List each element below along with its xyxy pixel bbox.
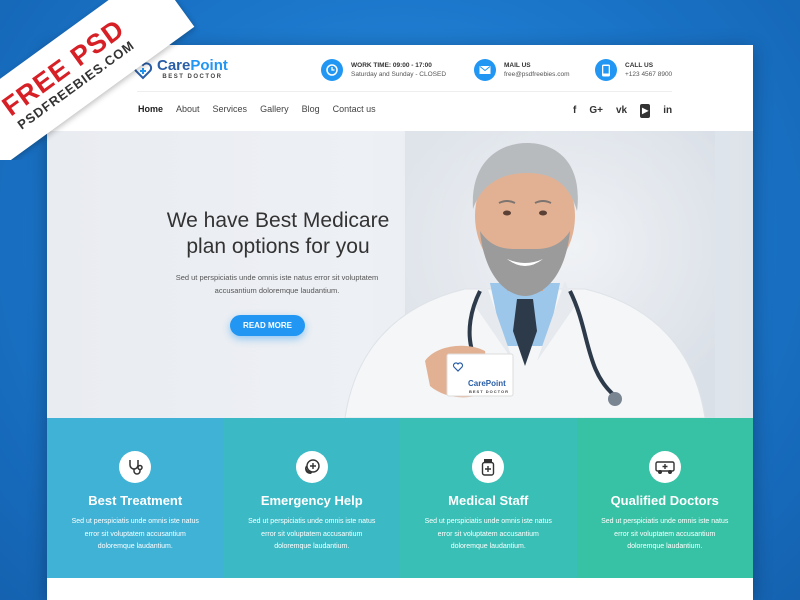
clock-icon [321,59,343,81]
ambulance-icon [648,451,681,483]
page-footer-strip [47,578,753,600]
work-time-value: Saturday and Sunday - CLOSED [351,70,447,78]
work-time-info: WORK TIME: 09:00 - 17:00 Saturday and Su… [321,59,446,81]
feature-title: Best Treatment [88,493,183,508]
header-divider [137,91,672,92]
mail-info: MAIL US free@psdfreebies.com [474,59,570,81]
vk-icon[interactable]: vk [616,105,627,117]
features-section: Best Treatment Sed ut perspiciatis unde … [47,418,753,578]
feature-title: Emergency Help [260,493,363,508]
free-psd-ribbon: FREE PSD PSDFREEBIES.COM [0,0,200,160]
stethoscope-icon [119,451,152,483]
feature-desc: Sed ut perspiciatis unde omnis iste natu… [248,518,376,550]
feature-best-treatment[interactable]: Best Treatment Sed ut perspiciatis unde … [47,418,224,578]
emergency-phone-icon [295,451,328,483]
phone-value[interactable]: +123 4567 8900 [625,70,672,80]
feature-desc: Sed ut perspiciatis unde omnis iste natu… [71,518,199,550]
nav-contact[interactable]: Contact us [333,104,376,114]
phone-icon [595,59,617,81]
read-more-button[interactable]: READ MORE [230,315,305,336]
feature-title: Medical Staff [448,493,529,508]
mail-value[interactable]: free@psdfreebies.com [504,70,570,80]
work-time-title: WORK TIME: 09:00 - 17:00 [351,61,432,69]
nav-gallery[interactable]: Gallery [260,104,289,114]
feature-medical-staff[interactable]: Medical Staff Sed ut perspiciatis unde o… [400,418,577,578]
mail-icon [474,59,496,81]
nav-services[interactable]: Services [213,104,248,114]
phone-title: CALL US [625,61,654,69]
nav-blog[interactable]: Blog [302,104,320,114]
linkedin-icon[interactable]: in [663,105,672,117]
feature-title: Qualified Doctors [610,493,719,508]
feature-desc: Sed ut perspiciatis unde omnis iste natu… [601,518,729,550]
card-logo-name: CarePoint [468,379,506,388]
hero-text: Sed ut perspiciatis unde omnis iste natu… [175,273,379,295]
card-logo-subtitle: BEST DOCTOR [469,389,510,394]
phone-info: CALL US +123 4567 8900 [595,59,672,81]
medicine-bottle-icon [472,451,505,483]
mail-title: MAIL US [504,61,531,69]
ribbon-banner: FREE PSD PSDFREEBIES.COM [0,0,195,160]
google-plus-icon[interactable]: G+ [589,105,603,117]
social-links: f G+ vk ▶ in [573,104,672,118]
youtube-icon[interactable]: ▶ [640,104,651,118]
feature-emergency-help[interactable]: Emergency Help Sed ut perspiciatis unde … [223,418,400,578]
hero-heading: We have Best Medicare plan options for y… [166,209,390,258]
feature-desc: Sed ut perspiciatis unde omnis iste natu… [424,518,552,550]
feature-qualified-doctors[interactable]: Qualified Doctors Sed ut perspiciatis un… [576,418,753,578]
facebook-icon[interactable]: f [573,105,576,117]
hero-section: CarePoint BEST DOCTOR We have Best Medic… [47,131,753,418]
